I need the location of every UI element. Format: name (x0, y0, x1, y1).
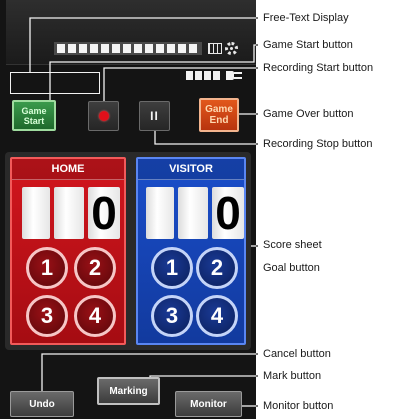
plug-icon (226, 71, 244, 80)
home-goal-button-1[interactable]: 1 (26, 247, 68, 289)
title-band (54, 42, 202, 55)
visitor-goal-button-2[interactable]: 2 (196, 247, 238, 289)
recording-stop-button[interactable]: II (139, 101, 170, 131)
home-goal-button-2[interactable]: 2 (74, 247, 116, 289)
visitor-goal-button-1[interactable]: 1 (151, 247, 193, 289)
callout-recording-start: Recording Start button (263, 62, 374, 74)
callout-monitor: Monitor button (263, 400, 334, 412)
free-text-display (10, 72, 100, 94)
game-end-label-2: End (209, 115, 229, 126)
home-goal-button-3[interactable]: 3 (26, 295, 68, 337)
visitor-goal-button-3[interactable]: 3 (151, 295, 193, 337)
callout-game-over: Game Over button (263, 108, 354, 120)
visitor-header: VISITOR (138, 159, 244, 180)
home-digit-hundreds (22, 187, 50, 239)
visitor-digit-hundreds (146, 187, 174, 239)
callout-score-sheet: Score sheet (263, 239, 322, 251)
home-goal-button-4[interactable]: 4 (74, 295, 116, 337)
settings-icon[interactable] (208, 39, 248, 57)
app-screen: Game Start II Game End HOME 0 1 2 3 4 VI… (0, 0, 256, 419)
visitor-goal-button-4[interactable]: 4 (196, 295, 238, 337)
callout-recording-stop: Recording Stop button (263, 138, 373, 150)
visitor-panel: VISITOR 0 1 2 3 4 (136, 157, 246, 345)
callout-cancel: Cancel button (263, 348, 331, 360)
record-icon (98, 111, 109, 121)
gear-icon (225, 41, 238, 55)
home-score: 0 (22, 187, 120, 239)
callout-mark: Mark button (263, 370, 322, 382)
marking-button[interactable]: Marking (97, 377, 160, 405)
pause-icon: II (150, 109, 159, 123)
game-start-label-2: Start (23, 115, 45, 126)
grid-icon (208, 42, 222, 54)
battery-icon (186, 71, 220, 80)
visitor-score: 0 (146, 187, 244, 239)
game-start-label-1: Game (21, 105, 47, 116)
recording-start-button[interactable] (88, 101, 119, 131)
game-end-label-1: Game (205, 104, 233, 115)
home-digit-tens (54, 187, 84, 239)
game-start-button[interactable]: Game Start (12, 100, 56, 131)
monitor-button[interactable]: Monitor (175, 391, 242, 417)
home-header: HOME (12, 159, 124, 180)
visitor-digit-ones: 0 (212, 187, 244, 239)
callout-free-text-display: Free-Text Display (263, 12, 349, 24)
visitor-digit-tens (178, 187, 208, 239)
undo-button[interactable]: Undo (10, 391, 74, 417)
home-panel: HOME 0 1 2 3 4 (10, 157, 126, 345)
game-end-button[interactable]: Game End (199, 98, 239, 132)
callout-goal: Goal button (263, 262, 320, 274)
home-digit-ones: 0 (88, 187, 120, 239)
callout-game-start: Game Start button (263, 39, 353, 51)
